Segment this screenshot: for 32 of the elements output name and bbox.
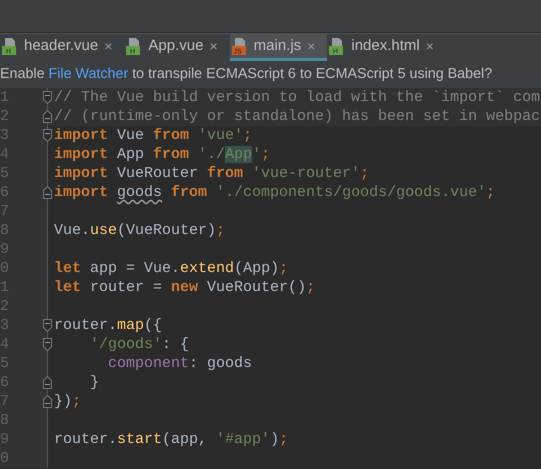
code-line: router.map({ [53,316,162,335]
fold-icon[interactable] [43,129,52,142]
fold-icon[interactable] [43,338,52,351]
close-icon[interactable]: × [426,36,434,56]
file-watcher-link[interactable]: File Watcher [48,66,128,82]
tab-label: main.js [254,36,302,56]
fold-icon[interactable] [43,186,52,199]
code-line: '/goods': { [89,335,190,354]
tab-label: header.vue [24,36,98,56]
tab-label: index.html [351,36,420,56]
fold-icon[interactable] [43,91,52,104]
code-line: import goods from './components/goods/goods.vue'; [53,183,496,202]
code-line: import Vue from 'vue'; [53,126,252,145]
code-line: } [89,373,100,392]
code-line: // The Vue build version to load with the `import` com [53,88,540,107]
code-line: router.start(app, '#app'); [53,430,288,449]
fold-icon[interactable] [43,376,52,389]
code-line: // (runtime-only or standalone) has been set in webpac [53,107,540,126]
code-line: import VueRouter from 'vue-router'; [53,164,370,183]
code-line: }); [53,392,82,411]
fold-icon[interactable] [43,395,52,408]
code-line: let app = Vue.extend(App); [53,259,288,278]
close-icon[interactable]: × [209,36,218,56]
fold-icon[interactable] [43,319,52,332]
tab-label: App.vue [148,36,204,56]
code-line: Vue.use(VueRouter); [53,221,226,240]
notification-text: Enable File Watcher to transpile ECMAScript 6 to ECMAScript 5 using Babel? [0,61,541,88]
code-line: component: goods [107,354,252,373]
close-icon[interactable]: × [307,36,316,56]
close-icon[interactable]: × [104,36,112,56]
fold-icon[interactable] [43,110,52,123]
code-line: let router = new VueRouter(); [53,278,316,297]
